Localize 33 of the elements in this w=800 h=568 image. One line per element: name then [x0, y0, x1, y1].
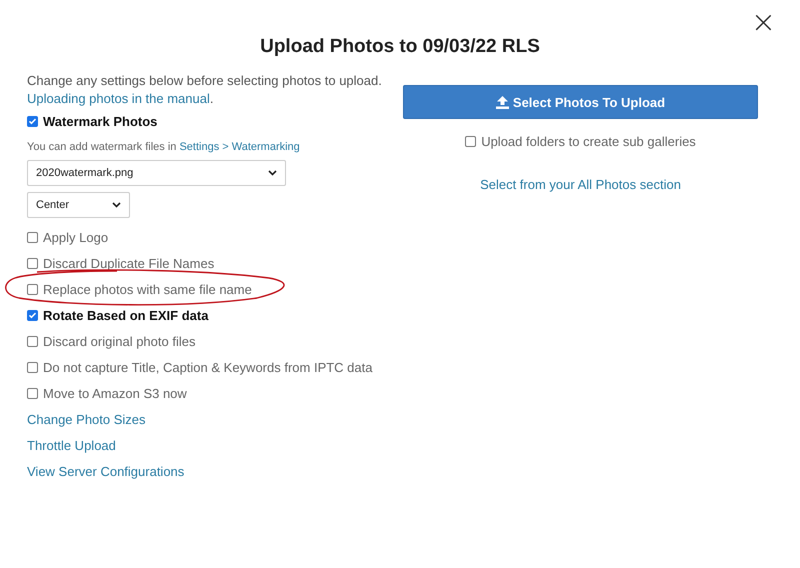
option-label: Apply Logo	[43, 230, 108, 244]
chevron-icon	[268, 170, 277, 176]
chevron-icon	[112, 202, 121, 208]
option-label: Replace photos with same file name	[43, 282, 252, 296]
position-dropdown[interactable]: Center	[27, 192, 130, 218]
checkbox[interactable]	[27, 258, 38, 268]
dialog-title: Upload Photos to 09/03/22 RLS	[260, 35, 540, 59]
checkbox[interactable]	[27, 232, 38, 242]
option-label: Rotate Based on EXIF data	[43, 308, 208, 322]
upload-icon	[496, 96, 509, 108]
checkbox[interactable]	[27, 116, 38, 126]
settings-link[interactable]: View Server Configurations	[27, 458, 387, 484]
checkbox[interactable]	[27, 362, 38, 372]
watermark-hint: You can add watermark files in	[27, 141, 178, 153]
settings-link[interactable]: Change Photo Sizes	[27, 406, 387, 432]
intro-text: Change any settings below before selecting photos to upload. Uploading photos in the manual.	[27, 72, 383, 108]
option-label: Discard original photo files	[43, 334, 196, 348]
checkbox[interactable]	[465, 136, 476, 146]
checkbox[interactable]	[27, 336, 38, 346]
settings-link[interactable]: Throttle Upload	[27, 432, 387, 458]
option-label: Watermark Photos	[43, 114, 158, 128]
checkbox[interactable]	[27, 310, 38, 320]
option-label: Discard Duplicate File Names	[43, 256, 214, 270]
manual-link[interactable]: Uploading photos in the manual	[27, 91, 210, 106]
all-photos-link[interactable]: Select from your All Photos section	[480, 177, 681, 192]
option-label: Move to Amazon S3 now	[43, 386, 187, 400]
watermark-file-dropdown[interactable]: 2020watermark.png	[27, 160, 286, 186]
option-label: Do not capture Title, Caption & Keywords from IPTC data	[43, 360, 372, 374]
checkbox[interactable]	[27, 284, 38, 294]
watermarking-link[interactable]: Settings > Watermarking	[179, 141, 300, 153]
select-photos-button[interactable]: Select Photos To Upload	[403, 85, 758, 119]
option-label: Upload folders to create sub galleries	[481, 134, 696, 148]
checkbox[interactable]	[27, 388, 38, 398]
